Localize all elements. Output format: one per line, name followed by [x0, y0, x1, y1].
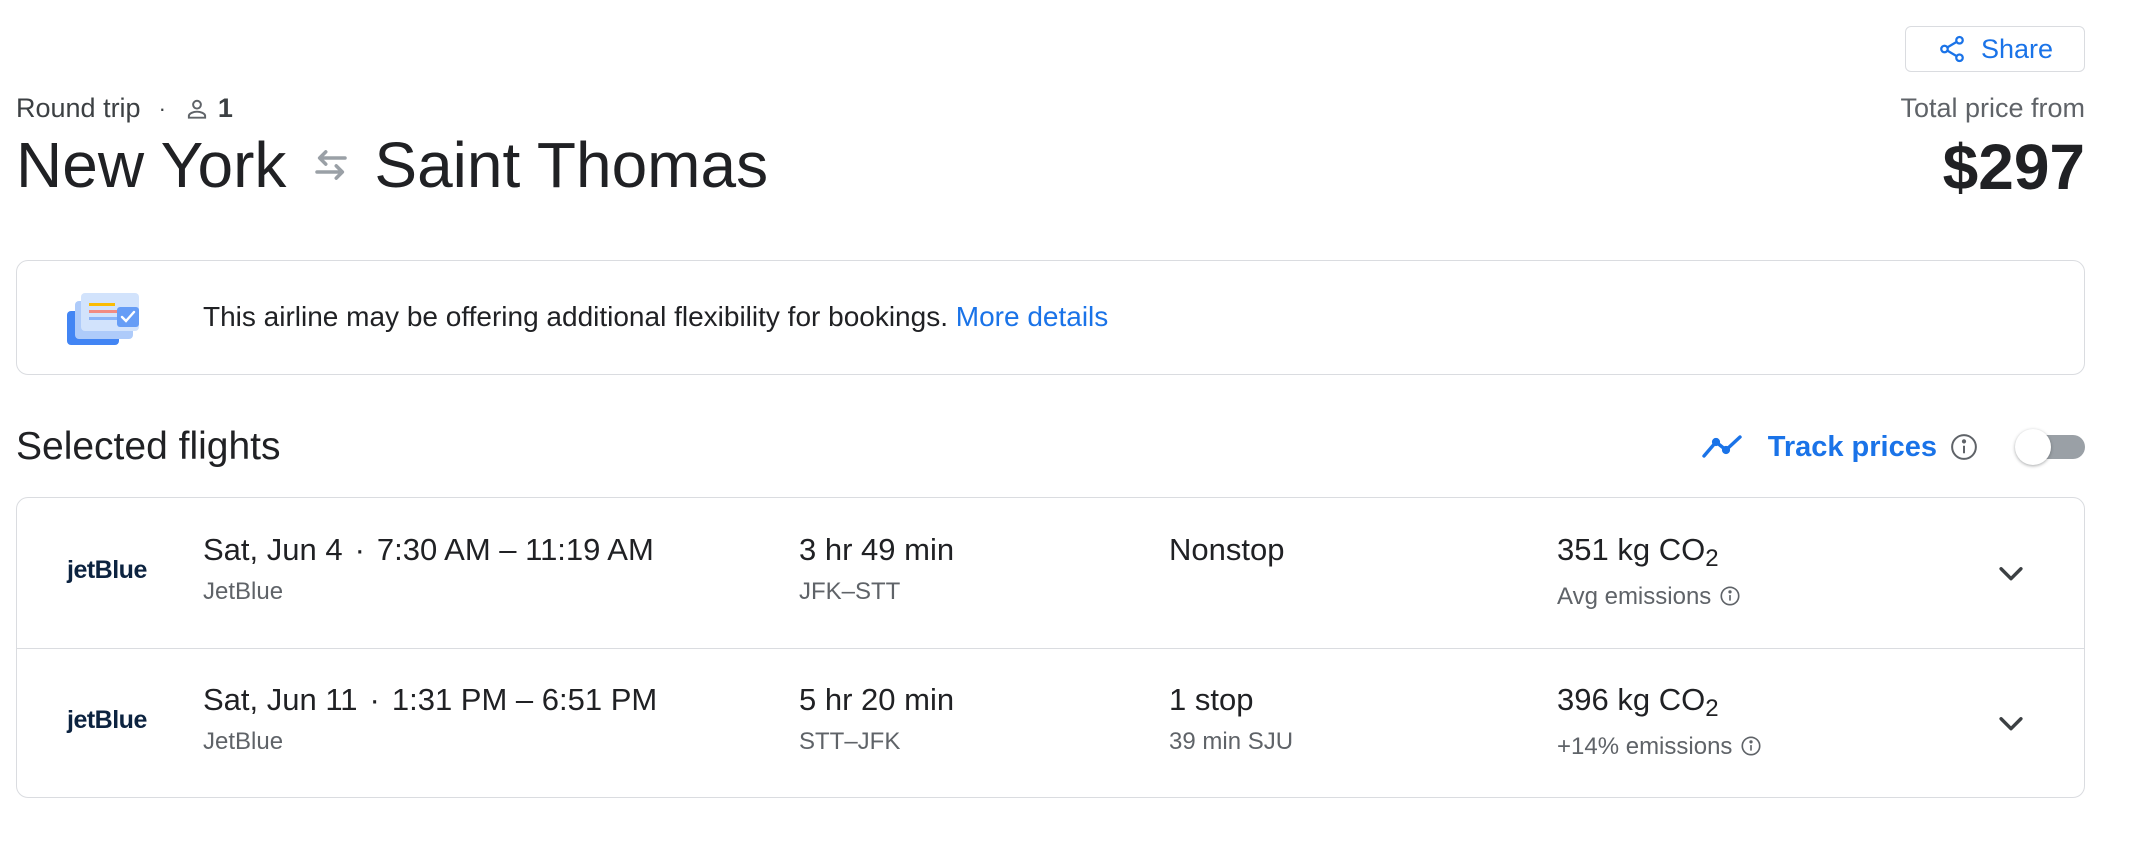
flight-row-outbound[interactable]: jetBlue Sat, Jun 4 · 7:30 AM – 11:19 AM Je… [17, 498, 2084, 649]
flight-row-return[interactable]: jetBlue Sat, Jun 11 · 1:31 PM – 6:51 PM Je… [17, 648, 2084, 797]
price-label: Total price from [1900, 93, 2085, 123]
separator-dot: · [369, 682, 380, 717]
passenger-count: 1 [217, 93, 233, 123]
track-prices-toggle[interactable] [2015, 429, 2085, 465]
flight-times: Sat, Jun 11 · 1:31 PM – 6:51 PM JetBlue [203, 682, 657, 756]
toggle-knob [2015, 429, 2051, 465]
track-prices-label[interactable]: Track prices [1768, 431, 1937, 464]
flight-emissions: 351 kg CO2 Avg emissions [1557, 532, 1741, 611]
route-title: New York Saint Thomas [16, 128, 768, 202]
stops-value: Nonstop [1169, 532, 1285, 567]
flight-route: JFK–STT [799, 578, 901, 605]
info-icon[interactable] [1949, 432, 1979, 462]
flight-date: Sat, Jun 11 [203, 682, 358, 717]
airline-name: JetBlue [203, 578, 284, 605]
flight-emissions: 396 kg CO2 +14% emissions [1557, 682, 1762, 761]
flight-time-range: 7:30 AM – 11:19 AM [376, 532, 654, 567]
flight-duration: 5 hr 20 min STT–JFK [799, 682, 954, 756]
chevron-down-icon[interactable] [1994, 556, 2028, 590]
flight-time-range: 1:31 PM – 6:51 PM [391, 682, 658, 717]
separator-dot: · [354, 532, 365, 567]
co2-value: 396 kg CO2 [1557, 682, 1762, 723]
origin-city: New York [16, 129, 287, 201]
trip-meta: Round trip · 1 [16, 93, 233, 124]
emissions-note: +14% emissions [1557, 733, 1762, 761]
destination-city: Saint Thomas [374, 129, 769, 201]
stops-value: 1 stop [1169, 682, 1254, 717]
flight-stops: Nonstop [1169, 532, 1284, 578]
co2-subscript: 2 [1705, 545, 1719, 572]
flexible-booking-illustration [67, 293, 139, 345]
duration-value: 5 hr 20 min [799, 682, 955, 717]
info-icon[interactable] [1740, 735, 1762, 757]
co2-subscript: 2 [1705, 695, 1719, 722]
chevron-down-icon[interactable] [1994, 706, 2028, 740]
flight-date: Sat, Jun 4 [203, 532, 343, 567]
trip-type: Round trip [16, 93, 141, 123]
emissions-note: Avg emissions [1557, 583, 1741, 611]
co2-amount: 396 kg CO [1557, 682, 1706, 717]
swap-arrows-icon [310, 144, 352, 186]
flight-summary-page: Share Round trip · 1 New York Saint Thom… [16, 0, 2085, 843]
selected-flights-list: jetBlue Sat, Jun 4 · 7:30 AM – 11:19 AM Je… [16, 497, 2085, 798]
banner-text: This airline may be offering additional … [203, 301, 948, 332]
more-details-link[interactable]: More details [956, 301, 1109, 332]
duration-value: 3 hr 49 min [799, 532, 955, 567]
airline-name: JetBlue [203, 728, 284, 755]
emissions-note-text: +14% emissions [1557, 733, 1733, 760]
flexibility-banner: This airline may be offering additional … [16, 260, 2085, 375]
person-icon [187, 99, 207, 119]
layover-info: 39 min SJU [1169, 728, 1294, 755]
section-title: Selected flights [16, 425, 281, 468]
flight-stops: 1 stop 39 min SJU [1169, 682, 1293, 756]
banner-message: This airline may be offering additional … [203, 301, 1108, 333]
separator-dot: · [158, 95, 166, 121]
total-price: $297 [1942, 131, 2085, 203]
emissions-note-text: Avg emissions [1557, 583, 1712, 610]
share-button[interactable]: Share [1905, 26, 2085, 72]
flight-times: Sat, Jun 4 · 7:30 AM – 11:19 AM JetBlue [203, 532, 654, 606]
flight-duration: 3 hr 49 min JFK–STT [799, 532, 954, 606]
share-icon [1940, 35, 1964, 63]
co2-amount: 351 kg CO [1557, 532, 1706, 567]
info-icon[interactable] [1719, 585, 1741, 607]
airline-logo: jetBlue [67, 706, 147, 734]
airline-logo: jetBlue [67, 556, 147, 584]
share-label: Share [1980, 33, 2054, 64]
co2-value: 351 kg CO2 [1557, 532, 1741, 573]
price-trend-icon [1702, 435, 1742, 458]
track-prices: Track prices [1700, 426, 2085, 468]
flight-route: STT–JFK [799, 728, 901, 755]
